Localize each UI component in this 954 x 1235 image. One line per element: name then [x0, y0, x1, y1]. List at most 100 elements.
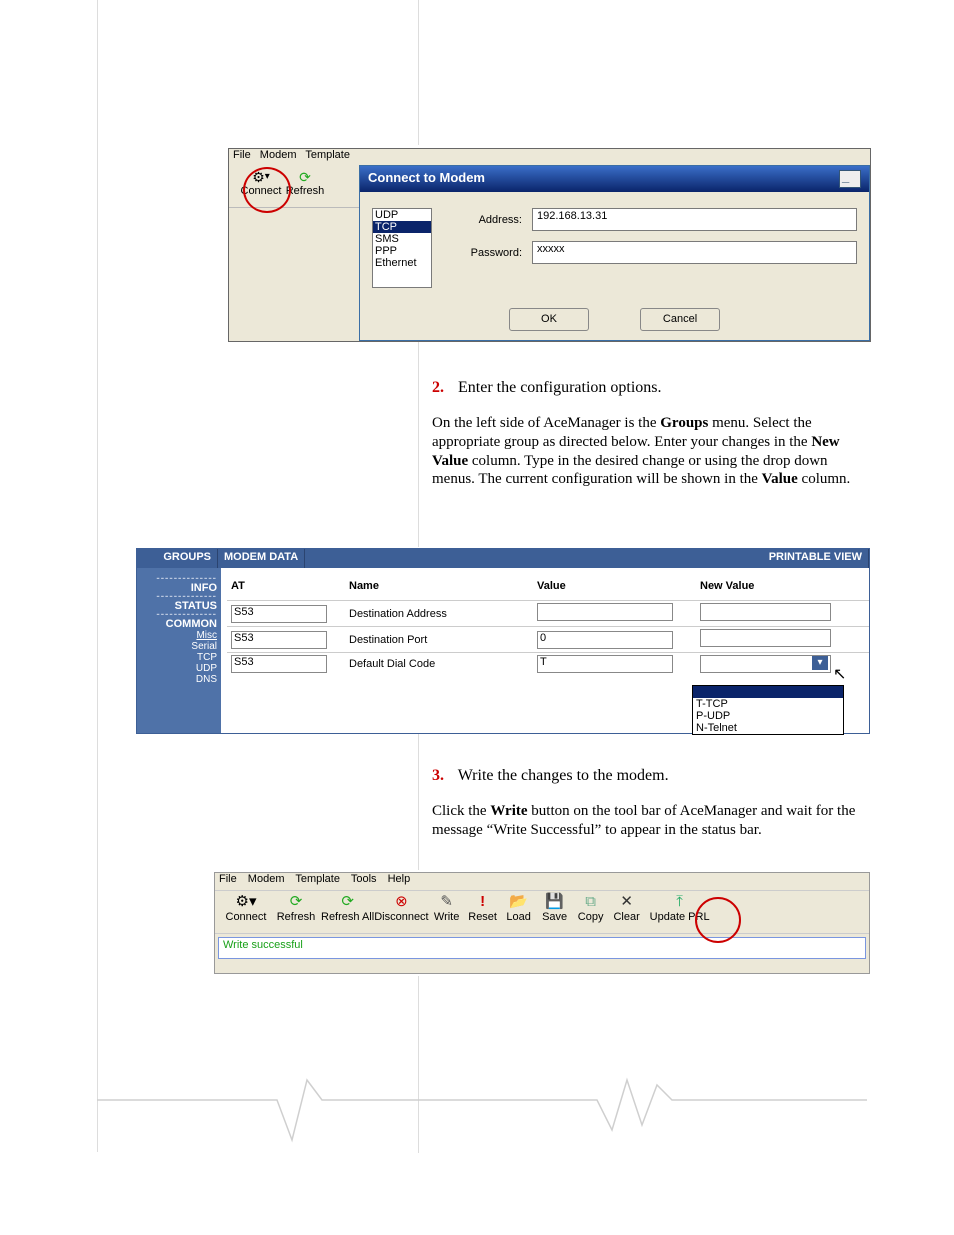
- step3-body: Click the Write button on the tool bar o…: [432, 802, 862, 840]
- dialog-titlebar: Connect to Modem _: [360, 166, 869, 192]
- refresh-icon: ⟳: [271, 893, 321, 911]
- disconnect-button[interactable]: ⊗ Disconnect: [374, 893, 428, 923]
- refresh-button[interactable]: ⟳ Refresh: [271, 893, 321, 923]
- col-value: Value: [533, 576, 696, 601]
- minimize-button[interactable]: _: [839, 170, 861, 188]
- save-button[interactable]: 💾 Save: [537, 893, 573, 923]
- protocol-list[interactable]: UDP TCP SMS PPP Ethernet: [372, 208, 432, 288]
- step3-heading: 3. Write the changes to the modem.: [432, 766, 862, 786]
- cell-at: S53: [231, 631, 327, 649]
- connect-icon: ⚙▾: [239, 169, 283, 185]
- cell-name: Default Dial Code: [345, 653, 533, 676]
- step2-heading: 2. Enter the configuration options.: [432, 378, 862, 398]
- clear-icon: ✕: [609, 893, 645, 911]
- cell-newvalue[interactable]: [700, 629, 831, 647]
- tab-bar: GROUPS MODEM DATA PRINTABLE VIEW: [137, 549, 869, 568]
- menu-modem[interactable]: Modem: [260, 149, 297, 161]
- protocol-ppp[interactable]: PPP: [373, 245, 431, 257]
- dropdown-arrow-icon[interactable]: ▾: [812, 656, 828, 670]
- menu-file[interactable]: File: [233, 149, 251, 161]
- table-row: S53 Destination Port 0: [227, 627, 869, 653]
- refresh-button[interactable]: ⟳ Refresh: [283, 167, 327, 197]
- cell-newvalue[interactable]: [700, 603, 831, 621]
- status-bar: Write successful: [218, 937, 866, 959]
- col-newvalue: New Value: [696, 576, 869, 601]
- menu-help[interactable]: Help: [388, 873, 411, 885]
- table-header-row: AT Name Value New Value: [227, 576, 869, 601]
- password-input[interactable]: xxxxx: [532, 241, 857, 264]
- groups-sidebar: -------------- INFO -------------- STATU…: [137, 568, 221, 733]
- menu-file[interactable]: File: [219, 873, 237, 885]
- tab-groups[interactable]: GROUPS: [137, 549, 218, 568]
- table-row: S53 Destination Address: [227, 601, 869, 627]
- cancel-button[interactable]: Cancel: [640, 308, 720, 331]
- copy-button[interactable]: ⧉ Copy: [573, 893, 609, 923]
- col-name: Name: [345, 576, 533, 601]
- protocol-udp[interactable]: UDP: [373, 209, 431, 221]
- toolbar-screenshot: File Modem Template Tools Help ⚙▾ Connec…: [214, 872, 870, 974]
- password-label: Password:: [452, 247, 522, 259]
- column-line: [418, 340, 419, 547]
- dropdown-option-telnet[interactable]: N-Telnet: [693, 722, 843, 734]
- cell-value: T: [537, 655, 673, 673]
- copy-icon: ⧉: [573, 893, 609, 911]
- cursor-icon: ↖: [833, 664, 846, 684]
- menu-modem[interactable]: Modem: [248, 873, 285, 885]
- save-icon: 💾: [537, 893, 573, 911]
- menu-bar: File Modem Template Tools Help: [215, 873, 869, 890]
- cell-at: S53: [231, 655, 327, 673]
- updateprl-button[interactable]: ⤒ Update PRL: [645, 893, 715, 923]
- dropdown-option-tcp[interactable]: T-TCP: [693, 698, 843, 710]
- load-icon: 📂: [501, 893, 537, 911]
- connect-dialog: Connect to Modem _ UDP TCP SMS PPP Ether…: [359, 165, 870, 341]
- column-line: [418, 0, 419, 145]
- margin-line: [97, 0, 98, 1152]
- address-label: Address:: [452, 214, 522, 226]
- write-button[interactable]: ✎ Write: [429, 893, 465, 923]
- reset-button[interactable]: ! Reset: [465, 893, 501, 923]
- protocol-ethernet[interactable]: Ethernet: [373, 257, 431, 269]
- sidebar-dns[interactable]: DNS: [137, 674, 217, 685]
- connect-dialog-screenshot: File Modem Template ⚙▾ Connect ⟳ Refresh…: [228, 148, 871, 342]
- sidebar-udp[interactable]: UDP: [137, 663, 217, 674]
- cell-name: Destination Address: [345, 601, 533, 627]
- sidebar-misc[interactable]: Misc: [137, 630, 217, 641]
- refresh-icon: ⟳: [283, 169, 327, 185]
- sidebar-serial[interactable]: Serial: [137, 641, 217, 652]
- sidebar-common[interactable]: COMMON: [137, 618, 217, 630]
- protocol-sms[interactable]: SMS: [373, 233, 431, 245]
- cell-at: S53: [231, 605, 327, 623]
- column-line: [418, 732, 419, 870]
- update-prl-icon: ⤒: [645, 893, 715, 911]
- refreshall-button[interactable]: ⟳ Refresh All: [321, 893, 374, 923]
- col-at: AT: [227, 576, 345, 601]
- connect-icon: ⚙▾: [221, 893, 271, 911]
- write-icon: ✎: [429, 893, 465, 911]
- toolbar: ⚙▾ Connect ⟳ Refresh ⟳ Refresh All ⊗ Dis…: [215, 890, 869, 934]
- cell-value: 0: [537, 631, 673, 649]
- page-tear-edge: [97, 1070, 867, 1160]
- protocol-tcp[interactable]: TCP: [373, 221, 431, 233]
- cell-newvalue-dropdown[interactable]: ▾: [700, 655, 831, 673]
- connect-button[interactable]: ⚙▾ Connect: [239, 167, 283, 197]
- dropdown-option-udp[interactable]: P-UDP: [693, 710, 843, 722]
- connect-button[interactable]: ⚙▾ Connect: [221, 893, 271, 923]
- tab-modemdata[interactable]: MODEM DATA: [218, 549, 305, 568]
- dialcode-dropdown-selected: [693, 686, 843, 698]
- cell-value: [537, 603, 673, 621]
- menu-template[interactable]: Template: [295, 873, 340, 885]
- address-input[interactable]: 192.168.13.31: [532, 208, 857, 231]
- tab-printable[interactable]: PRINTABLE VIEW: [763, 549, 869, 568]
- refresh-all-icon: ⟳: [321, 893, 374, 911]
- menu-tools[interactable]: Tools: [351, 873, 377, 885]
- step2-body: On the left side of AceManager is the Gr…: [432, 414, 862, 489]
- sidebar-tcp[interactable]: TCP: [137, 652, 217, 663]
- reset-icon: !: [465, 893, 501, 911]
- menu-template[interactable]: Template: [305, 149, 350, 161]
- disconnect-icon: ⊗: [374, 893, 428, 911]
- ok-button[interactable]: OK: [509, 308, 589, 331]
- cell-name: Destination Port: [345, 627, 533, 653]
- clear-button[interactable]: ✕ Clear: [609, 893, 645, 923]
- dialcode-dropdown[interactable]: T-TCP P-UDP N-Telnet: [692, 685, 844, 735]
- load-button[interactable]: 📂 Load: [501, 893, 537, 923]
